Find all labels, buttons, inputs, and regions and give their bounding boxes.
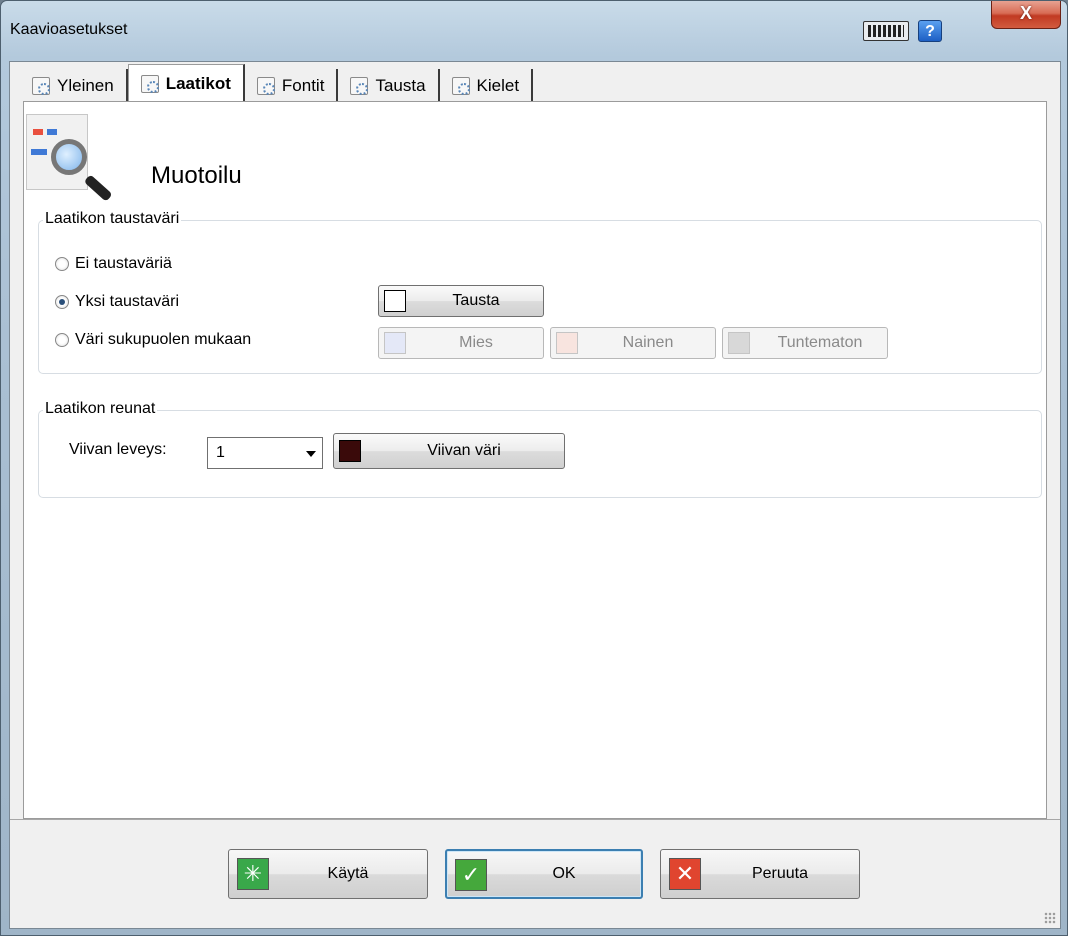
chevron-down-icon <box>306 451 316 457</box>
resize-grip[interactable] <box>1044 912 1056 924</box>
checkmark-icon: ✓ <box>455 859 487 891</box>
apply-button[interactable]: ✳ Käytä <box>228 849 428 899</box>
close-button[interactable]: X <box>991 1 1061 29</box>
title-bar: Kaavioasetukset ? X <box>1 1 1067 61</box>
tab-laatikot[interactable]: Laatikot <box>127 64 245 103</box>
section-title: Muotoilu <box>151 162 242 189</box>
male-color-button[interactable]: Mies <box>378 327 544 359</box>
radio-icon[interactable] <box>55 295 69 309</box>
settings-icon <box>140 75 159 93</box>
color-swatch <box>384 290 406 312</box>
dialog-window: Kaavioasetukset ? X Yleinen Laatikot Fon… <box>0 0 1068 936</box>
line-width-select[interactable]: 1 <box>207 437 323 469</box>
line-color-button[interactable]: Viivan väri <box>333 433 565 469</box>
female-color-button[interactable]: Nainen <box>550 327 716 359</box>
button-label: Viivan väri <box>427 442 501 459</box>
unknown-color-button[interactable]: Tuntematon <box>722 327 888 359</box>
background-color-group: Laatikon taustaväri Ei taustaväriä Yksi … <box>38 210 1042 374</box>
color-swatch <box>384 332 406 354</box>
radio-label: Ei taustaväriä <box>75 255 172 272</box>
tab-label: Laatikot <box>165 74 231 93</box>
tab-label: Tausta <box>375 76 426 95</box>
dialog-client-area: Yleinen Laatikot Fontit Tausta Kielet Mu… <box>9 61 1061 929</box>
tab-bar: Yleinen Laatikot Fontit Tausta Kielet <box>20 64 534 103</box>
tab-tausta[interactable]: Tausta <box>338 69 440 103</box>
tab-kielet[interactable]: Kielet <box>440 69 534 103</box>
line-width-label: Viivan leveys: <box>69 441 167 458</box>
color-swatch <box>556 332 578 354</box>
group-legend: Laatikon taustaväri <box>43 210 182 228</box>
footer-separator <box>10 819 1060 820</box>
keyboard-icon[interactable] <box>863 21 909 41</box>
settings-icon <box>350 77 369 95</box>
cancel-icon: ✕ <box>669 858 701 890</box>
tab-label: Kielet <box>476 76 520 95</box>
cancel-button[interactable]: ✕ Peruuta <box>660 849 860 899</box>
radio-single-background[interactable]: Yksi taustaväri <box>55 293 179 311</box>
radio-label: Väri sukupuolen mukaan <box>75 331 252 348</box>
group-legend: Laatikon reunat <box>43 400 158 418</box>
radio-no-background[interactable]: Ei taustaväriä <box>55 255 172 273</box>
tab-yleinen[interactable]: Yleinen <box>20 69 128 103</box>
help-button[interactable]: ? <box>918 20 942 42</box>
tab-panel-laatikot: Muotoilu Laatikon taustaväri Ei taustavä… <box>23 101 1047 819</box>
tab-label: Fontit <box>281 76 325 95</box>
background-color-button[interactable]: Tausta <box>378 285 544 317</box>
apply-icon: ✳ <box>237 858 269 890</box>
radio-label: Yksi taustaväri <box>75 293 180 310</box>
settings-icon <box>256 77 275 95</box>
tab-fontit[interactable]: Fontit <box>245 69 339 103</box>
line-width-value: 1 <box>216 444 225 461</box>
radio-icon[interactable] <box>55 257 69 271</box>
color-swatch <box>728 332 750 354</box>
color-swatch <box>339 440 361 462</box>
box-search-icon <box>26 114 113 202</box>
window-title: Kaavioasetukset <box>10 21 128 38</box>
ok-button[interactable]: ✓ OK <box>445 849 643 899</box>
box-border-group: Laatikon reunat Viivan leveys: 1 Viivan … <box>38 400 1042 498</box>
settings-icon <box>451 77 470 95</box>
settings-icon <box>32 77 50 95</box>
radio-color-by-gender[interactable]: Väri sukupuolen mukaan <box>55 331 251 349</box>
tab-label: Yleinen <box>57 76 114 95</box>
radio-icon[interactable] <box>55 333 69 347</box>
